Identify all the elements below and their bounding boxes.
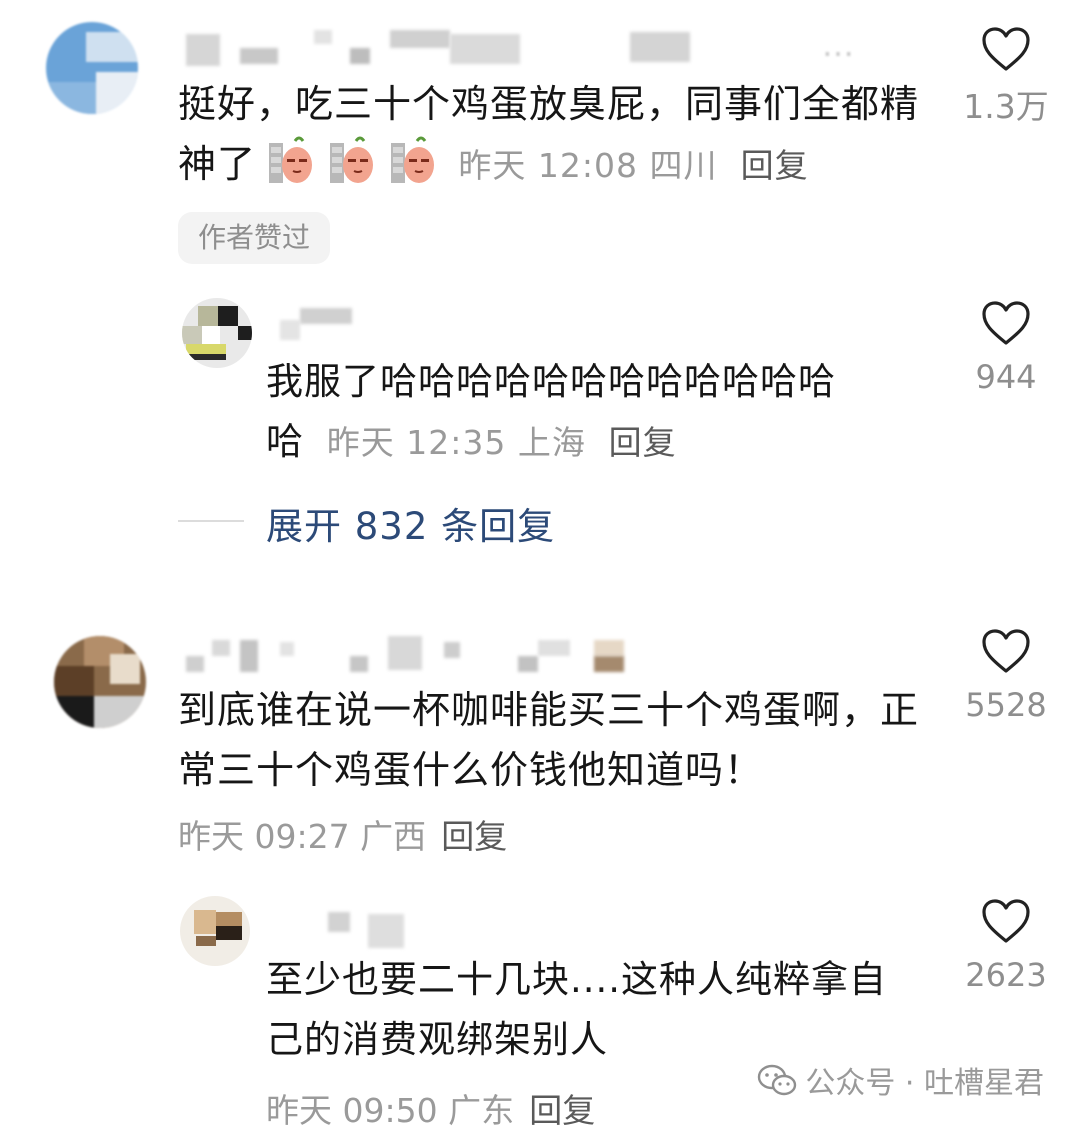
reply-button[interactable]: 回复 [741, 146, 809, 185]
like-button[interactable]: 944 [946, 300, 1066, 396]
avatar[interactable] [46, 22, 138, 114]
reply-text-line1: 我服了哈哈哈哈哈哈哈哈哈哈哈哈 [266, 360, 836, 403]
username[interactable] [328, 910, 418, 954]
expand-replies-button[interactable]: 展开 832 条回复 [266, 496, 555, 550]
username[interactable] [182, 636, 642, 680]
heart-icon [982, 899, 1030, 943]
comment-text: 到底谁在说一杯咖啡能买三十个鸡蛋啊，正 常三十个鸡蛋什么价钱他知道吗！ [178, 680, 938, 800]
comment-meta-row: 昨天 09:27 广西 回复 [178, 810, 507, 858]
comment-text-line1: 挺好，吃三十个鸡蛋放臭屁，同事们全都精 [178, 82, 920, 126]
divider [178, 520, 244, 522]
like-count: 944 [975, 358, 1037, 396]
reply-text: 我服了哈哈哈哈哈哈哈哈哈哈哈哈 哈 昨天 12:35 上海 回复 [266, 352, 926, 473]
reply-text: 至少也要二十几块....这种人纯粹拿自 己的消费观绑架别人 [266, 950, 926, 1070]
comment-meta: 昨天 12:08 四川 [458, 146, 718, 185]
reply-meta: 昨天 09:50 广东 [266, 1091, 515, 1130]
comment-text-line1: 到底谁在说一杯咖啡能买三十个鸡蛋啊，正 [178, 688, 920, 732]
reply-button[interactable]: 回复 [529, 1091, 595, 1130]
heart-icon [982, 27, 1030, 71]
like-button[interactable]: 1.3万 [946, 26, 1066, 128]
sticker-emoji-icon [269, 134, 439, 194]
reply-button[interactable]: 回复 [609, 423, 677, 462]
avatar[interactable] [180, 896, 250, 966]
comment-text-line2: 神了 [178, 142, 257, 186]
reply-button[interactable]: 回复 [441, 817, 507, 856]
reply-text-line2: 哈 [266, 420, 304, 463]
comment-text: 挺好，吃三十个鸡蛋放臭屁，同事们全都精 神了 昨天 12:08 四川 回复 [178, 74, 938, 196]
reply-text-line1: 至少也要二十几块....这种人纯粹拿自 [266, 958, 888, 1001]
like-count: 1.3万 [963, 87, 1049, 126]
like-button[interactable]: 2623 [946, 898, 1066, 994]
username-hint: … [822, 26, 854, 64]
username[interactable]: … [182, 26, 922, 74]
comment-meta: 昨天 09:27 广西 [178, 817, 427, 856]
like-button[interactable]: 5528 [946, 628, 1066, 724]
watermark: 公众号 · 吐槽星君 [757, 1058, 1044, 1102]
reply-meta: 昨天 12:35 上海 [326, 423, 586, 462]
avatar[interactable] [54, 636, 146, 728]
avatar[interactable] [182, 298, 252, 368]
author-liked-badge: 作者赞过 [178, 212, 331, 264]
reply-meta-row: 昨天 09:50 广东 回复 [266, 1084, 595, 1132]
comment-text-line2: 常三十个鸡蛋什么价钱他知道吗！ [178, 748, 764, 792]
heart-icon [982, 629, 1030, 673]
like-count: 5528 [965, 686, 1047, 724]
watermark-text: 公众号 · 吐槽星君 [805, 1066, 1044, 1101]
heart-icon [982, 301, 1030, 345]
wechat-icon [758, 1064, 797, 1096]
like-count: 2623 [965, 956, 1047, 994]
username[interactable] [272, 306, 362, 350]
